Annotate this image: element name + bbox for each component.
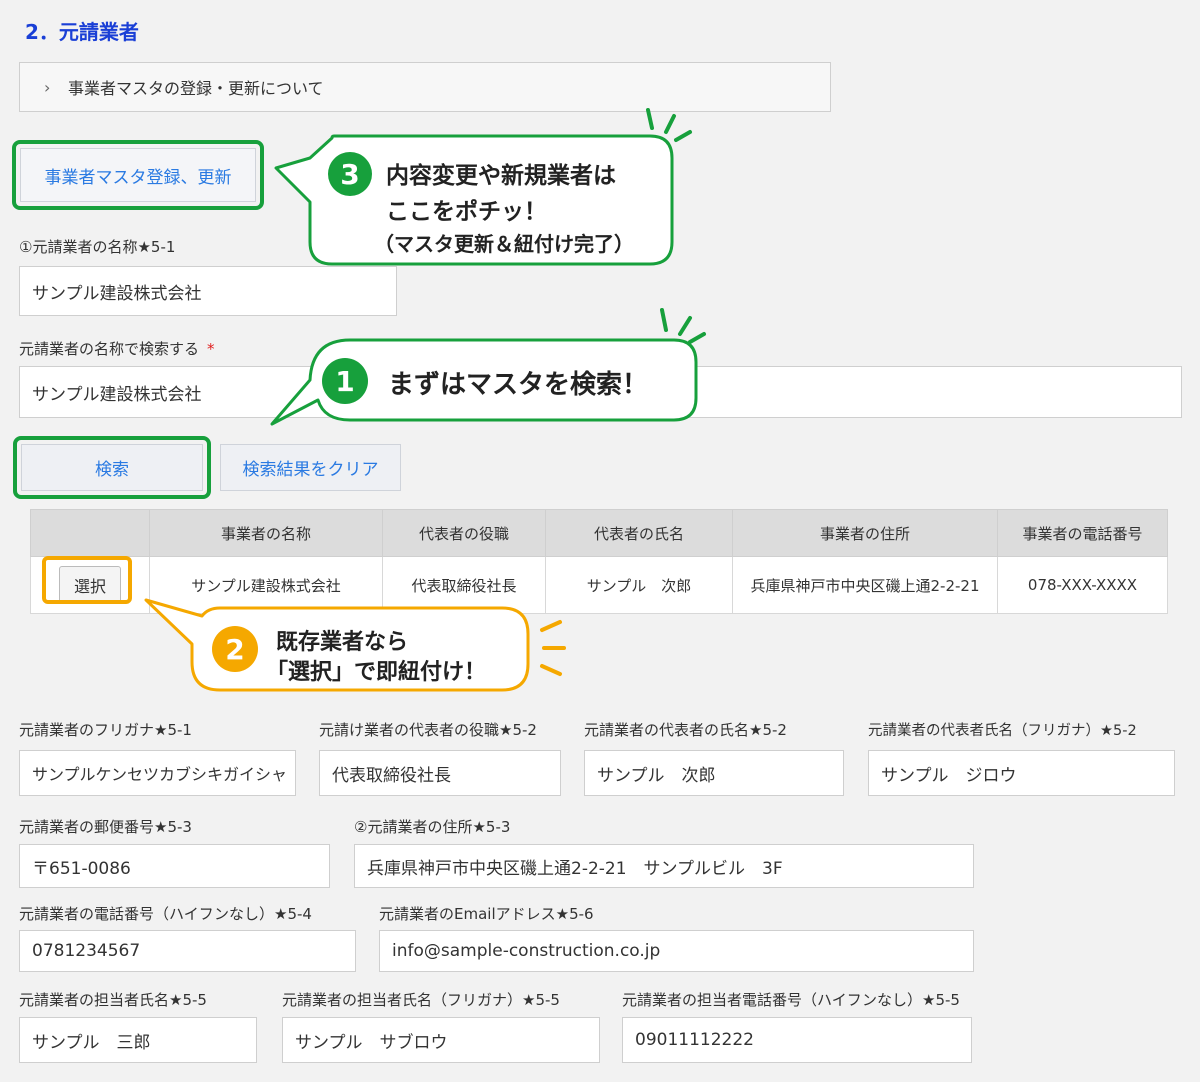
chevron-right-icon: › bbox=[44, 77, 51, 97]
contact-label: 元請業者の担当者氏名★5-5 bbox=[19, 991, 207, 1009]
highlight-select-button bbox=[42, 556, 132, 604]
address-input[interactable]: 兵庫県神戸市中央区磯上通2-2-21 サンプルビル 3F bbox=[354, 844, 974, 888]
callout-2-number: 2 bbox=[212, 626, 258, 672]
header-address: 事業者の住所 bbox=[732, 509, 998, 557]
required-mark: * bbox=[207, 340, 215, 358]
header-select bbox=[30, 509, 150, 557]
clear-results-button[interactable]: 検索結果をクリア bbox=[220, 444, 401, 491]
callout-2-line1: 既存業者なら bbox=[276, 630, 409, 655]
rep-kana-label: 元請業者の代表者氏名（フリガナ）★5-2 bbox=[868, 723, 1137, 739]
header-rep-title: 代表者の役職 bbox=[382, 509, 546, 557]
rep-title-label: 元請け業者の代表者の役職★5-2 bbox=[319, 721, 537, 739]
results-header-row: 事業者の名称 代表者の役職 代表者の氏名 事業者の住所 事業者の電話番号 bbox=[30, 509, 1168, 557]
postal-label: 元請業者の郵便番号★5-3 bbox=[19, 818, 192, 836]
header-phone: 事業者の電話番号 bbox=[997, 509, 1168, 557]
cell-phone: 078-XXX-XXXX bbox=[997, 556, 1168, 614]
contact-phone-input[interactable]: 09011112222 bbox=[622, 1017, 972, 1063]
email-input[interactable]: info@sample-construction.co.jp bbox=[379, 930, 974, 972]
callout-3-line2: ここをポチッ！ bbox=[386, 199, 547, 225]
contact-phone-label: 元請業者の担当者電話番号（ハイフンなし）★5-5 bbox=[622, 991, 960, 1009]
rep-kana-input[interactable]: サンプル ジロウ bbox=[868, 750, 1175, 796]
callout-3-line3: （マスタ更新＆紐付け完了） bbox=[374, 232, 634, 256]
header-company-name: 事業者の名称 bbox=[149, 509, 383, 557]
cell-address: 兵庫県神戸市中央区磯上通2-2-21 bbox=[732, 556, 998, 614]
rep-title-input[interactable]: 代表取締役社長 bbox=[319, 750, 561, 796]
address-label: ②元請業者の住所★5-3 bbox=[354, 818, 511, 836]
master-register-button[interactable]: 事業者マスタ登録、更新 bbox=[20, 148, 256, 202]
contact-kana-label: 元請業者の担当者氏名（フリガナ）★5-5 bbox=[282, 991, 560, 1009]
furigana-label: 元請業者のフリガナ★5-1 bbox=[19, 721, 192, 739]
email-label: 元請業者のEmailアドレス★5-6 bbox=[379, 905, 594, 923]
rep-name-input[interactable]: サンプル 次郎 bbox=[584, 750, 844, 796]
accordion-label: 事業者マスタの登録・更新について bbox=[68, 79, 324, 98]
header-rep-name: 代表者の氏名 bbox=[545, 509, 733, 557]
search-button[interactable]: 検索 bbox=[21, 444, 203, 491]
contact-input[interactable]: サンプル 三郎 bbox=[19, 1017, 257, 1063]
callout-3-line1: 内容変更や新規業者は bbox=[386, 163, 616, 189]
name-label: ①元請業者の名称★5-1 bbox=[19, 238, 176, 256]
phone-input[interactable]: 0781234567 bbox=[19, 930, 356, 972]
phone-label: 元請業者の電話番号（ハイフンなし）★5-4 bbox=[19, 905, 312, 923]
contact-kana-input[interactable]: サンプル サブロウ bbox=[282, 1017, 600, 1063]
postal-input[interactable]: 〒651-0086 bbox=[19, 844, 330, 888]
rep-name-label: 元請業者の代表者の氏名★5-2 bbox=[584, 721, 787, 739]
callout-2-line2: 「選択」で即紐付け！ bbox=[266, 660, 487, 685]
section-title: 2．元請業者 bbox=[25, 20, 139, 44]
callout-1-line1: まずはマスタを検索！ bbox=[388, 370, 649, 400]
callout-1-number: 1 bbox=[322, 358, 368, 404]
furigana-input[interactable]: サンプルケンセツカブシキガイシャ bbox=[19, 750, 296, 796]
callout-3-number: 3 bbox=[328, 152, 372, 196]
search-label: 元請業者の名称で検索する * bbox=[19, 340, 215, 358]
